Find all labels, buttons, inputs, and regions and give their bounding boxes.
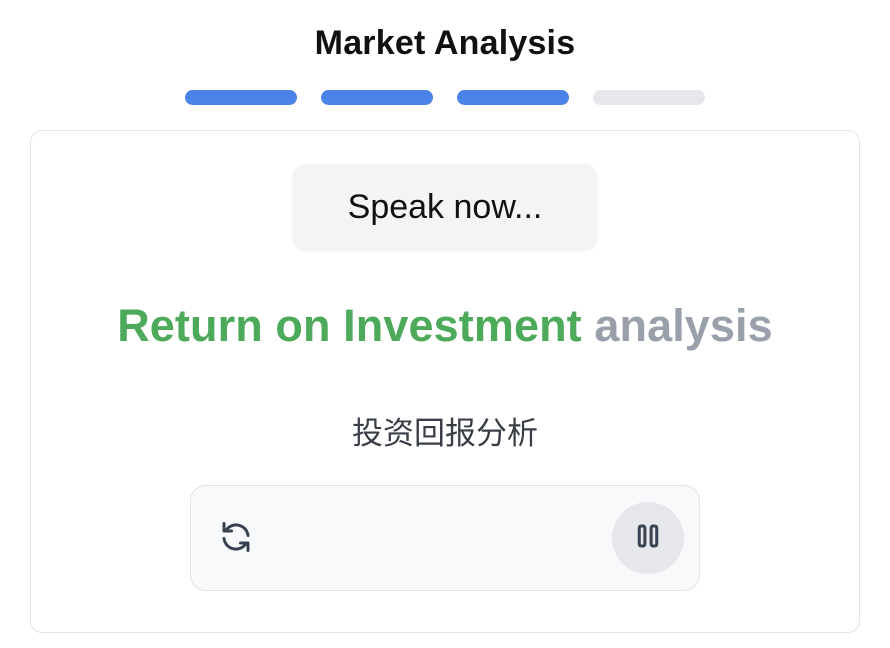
page: Market Analysis Speak now... Return on I… [0,0,890,648]
pause-icon [633,521,663,556]
refresh-button[interactable] [211,514,261,564]
progress-step-3 [457,90,569,105]
progress-step-4 [593,90,705,105]
phrase-pending-part: analysis [594,300,773,351]
progress-step-2 [321,90,433,105]
refresh-icon [218,519,254,560]
target-phrase: Return on Investment analysis [0,300,890,352]
speak-now-button[interactable]: Speak now... [293,164,597,250]
page-title: Market Analysis [314,24,576,62]
pause-button[interactable] [612,502,684,574]
phrase-translation: 投资回报分析 [352,416,538,452]
progress-indicator [185,90,705,105]
progress-step-1 [185,90,297,105]
phrase-spoken-part: Return on Investment [117,300,582,351]
audio-controls [190,485,700,591]
